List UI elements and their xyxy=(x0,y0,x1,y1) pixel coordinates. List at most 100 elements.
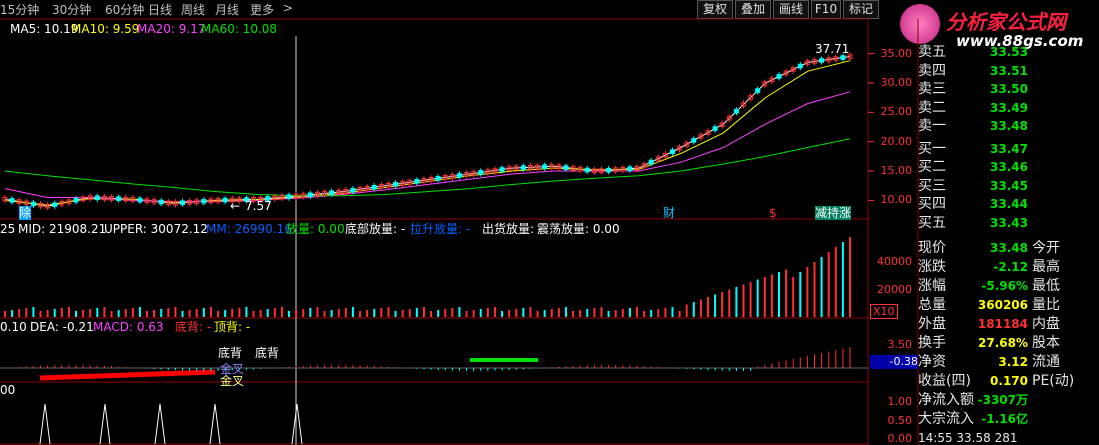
candle-body xyxy=(776,74,782,79)
signal-spike-3 xyxy=(209,403,221,445)
quote-value: 360206 xyxy=(977,298,1028,312)
macd-dea: DEA: -0.21 xyxy=(30,320,94,334)
candle-body xyxy=(286,194,292,199)
candle-body xyxy=(520,165,526,170)
macd-red-band xyxy=(39,369,216,381)
ask-price[interactable]: 33.51 xyxy=(958,63,1028,79)
candle-body xyxy=(563,165,569,170)
candle-body xyxy=(627,166,633,171)
bottom-indicator-label: 00 xyxy=(0,383,16,397)
candle-body xyxy=(648,159,654,165)
finance-marker[interactable]: 财 xyxy=(663,206,675,220)
ex-dividend-marker[interactable]: 除 xyxy=(19,206,32,220)
candle-body xyxy=(819,58,825,63)
quote-value: 181184 xyxy=(977,317,1028,331)
quote-label: 现价 xyxy=(918,240,946,256)
candle-body xyxy=(393,182,399,187)
candle-body xyxy=(414,179,420,184)
ask-label: 卖二 xyxy=(918,99,946,116)
candle-body xyxy=(307,192,313,198)
vol-chuhuo: 出货放量: - xyxy=(482,222,543,236)
macd-label-1: 底背 xyxy=(218,346,243,360)
quote-label-right: 股本 xyxy=(1032,335,1060,351)
bid-price[interactable]: 33.46 xyxy=(958,159,1028,175)
macd-label-4: 金叉 xyxy=(220,374,245,388)
candle-body xyxy=(180,200,186,205)
quote-label: 涨跌 xyxy=(918,259,946,275)
signal-spike-4 xyxy=(291,403,303,445)
candle-body xyxy=(478,170,484,175)
candle-body xyxy=(733,109,739,114)
candle-body xyxy=(158,199,164,205)
vol-axis-40000: 40000 xyxy=(877,255,912,268)
quote-value: 33.48 xyxy=(990,241,1028,255)
low-price-arrow: ← xyxy=(230,199,241,213)
vol-lasheng: 拉升放量: - xyxy=(410,222,471,236)
quote-value: -3307万 xyxy=(977,393,1028,407)
quote-label-right: PE(动) xyxy=(1032,373,1075,389)
vol-unit-label: X10 xyxy=(870,304,898,319)
low-price-label: 7.57 xyxy=(245,199,272,213)
ask-label: 卖四 xyxy=(918,62,946,79)
ma-line-2 xyxy=(4,91,851,203)
signal-spike-0 xyxy=(39,403,51,445)
candle-body xyxy=(712,126,718,131)
quote-label-right: 最高 xyxy=(1032,259,1060,275)
candle-body xyxy=(201,198,207,204)
candle-body xyxy=(329,190,335,195)
quote-panel: 卖五 33.53 卖四 33.51 卖三 33.50 卖二 33.49 卖一 33.48 买一 33.… xyxy=(918,44,1099,445)
bid-label: 买三 xyxy=(918,177,946,194)
bottom-axis-050: 0.50 xyxy=(887,414,913,427)
bid-price[interactable]: 33.47 xyxy=(958,141,1028,157)
candle-body xyxy=(691,138,697,143)
bid-price[interactable]: 33.45 xyxy=(958,178,1028,194)
price-axis-label: 30.00 xyxy=(880,75,913,89)
quote-label-right: 量比 xyxy=(1032,297,1060,313)
bid-label: 买五 xyxy=(918,214,946,231)
quote-label-right: 今开 xyxy=(1032,240,1060,256)
candle-body xyxy=(116,196,122,201)
price-axis-label: 15.00 xyxy=(880,164,913,178)
bid-label: 买二 xyxy=(918,159,946,175)
quote-label-right: 流通 xyxy=(1032,354,1060,370)
quote-value: -5.96% xyxy=(981,279,1028,293)
ask-price[interactable]: 33.53 xyxy=(958,44,1028,60)
candle-body xyxy=(350,187,356,193)
price-axis-label: 20.00 xyxy=(880,134,913,148)
quote-value: -1.16亿 xyxy=(981,412,1028,426)
bid-price[interactable]: 33.44 xyxy=(958,196,1028,212)
ask-label: 卖三 xyxy=(918,81,946,97)
candle-body xyxy=(371,184,377,190)
last-trade-row: 14:55 33.58 281 xyxy=(918,431,1018,445)
macd-axis-top: 3.50 xyxy=(887,338,913,351)
ask-price[interactable]: 33.49 xyxy=(958,100,1028,116)
candle-body xyxy=(456,173,462,178)
bottom-axis-1: 1.00 xyxy=(887,395,913,408)
quote-value: 0.170 xyxy=(990,374,1028,388)
ask-label: 卖五 xyxy=(918,44,946,60)
vol-axis-20000: 20000 xyxy=(877,283,912,296)
reduce-holding-marker[interactable]: 减持涨 xyxy=(815,206,852,220)
ask-price[interactable]: 33.50 xyxy=(958,81,1028,97)
candle-body xyxy=(606,167,612,173)
quote-value: 3.12 xyxy=(998,355,1028,369)
candle-body xyxy=(30,201,36,207)
candle-body xyxy=(669,149,675,154)
bid-label: 买四 xyxy=(918,196,946,212)
price-axis-label: 25.00 xyxy=(880,105,913,119)
dollar-marker[interactable]: $ xyxy=(769,206,777,220)
quote-label: 换手 xyxy=(918,335,946,351)
candle-body xyxy=(52,202,58,207)
quote-label: 净资 xyxy=(918,354,946,370)
quote-value: -2.12 xyxy=(993,260,1028,274)
macd-value: MACD: 0.63 xyxy=(93,320,164,334)
stock-chart-window: 15分钟 30分钟 60分钟 日线 周线 月线 更多 > 复权 叠加 画线 F1… xyxy=(0,0,1099,445)
bid-price[interactable]: 33.43 xyxy=(958,215,1028,231)
ask-price[interactable]: 33.48 xyxy=(958,118,1028,134)
bottom-axis-0: 0.00 xyxy=(887,432,913,445)
macd-label-2: 底背 xyxy=(255,346,280,360)
macd-dibei: 底背: - xyxy=(175,320,212,334)
signal-spike-2 xyxy=(154,403,166,445)
macd-dingbei: 顶背: - xyxy=(214,320,251,334)
candle-body xyxy=(73,198,79,203)
